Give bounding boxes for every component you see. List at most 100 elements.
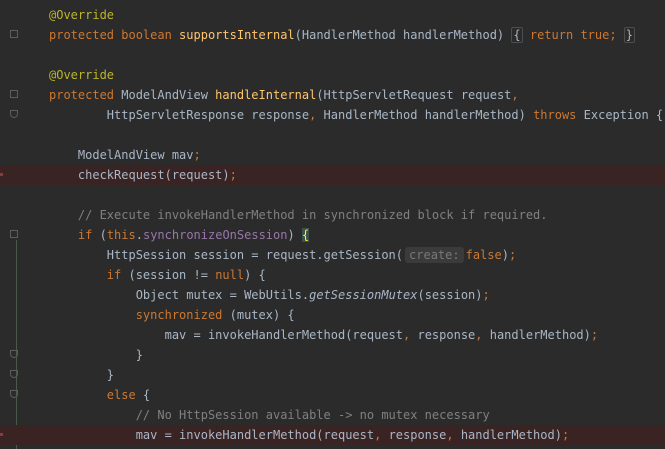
code-line[interactable]: [0, 185, 665, 205]
code-line[interactable]: // No HttpSession available -> no mutex …: [0, 405, 665, 425]
code-text: @Override: [49, 5, 114, 25]
fold-toggle-icon[interactable]: [10, 90, 18, 98]
code-token: synchronizeOnSession: [142, 228, 288, 242]
code-token: response: [417, 328, 476, 342]
code-line[interactable]: [0, 45, 665, 65]
code-text: else {: [49, 385, 150, 405]
code-token: ) {: [244, 268, 266, 282]
code-line[interactable]: else {: [0, 385, 665, 405]
code-token: supportsInternal: [179, 28, 295, 42]
code-text: synchronized (mutex) {: [49, 305, 295, 325]
code-token: }: [49, 348, 143, 362]
code-token: {: [301, 228, 310, 242]
code-token: @Override: [49, 8, 115, 22]
breakpoint-marker-icon[interactable]: [0, 173, 3, 176]
code-token: }: [49, 368, 115, 382]
code-token: ;: [193, 148, 201, 162]
code-token: (session !=: [128, 268, 216, 282]
code-token: handlerMethod): [460, 428, 562, 442]
code-token: getSessionMutex: [309, 288, 418, 302]
code-text: if (session != null) {: [49, 265, 266, 285]
code-text: }: [49, 345, 143, 365]
code-line[interactable]: synchronized (mutex) {: [0, 305, 665, 325]
code-line[interactable]: ModelAndView mav;: [0, 145, 665, 165]
code-token: throws: [533, 108, 584, 122]
code-line[interactable]: HttpSession session = request.getSession…: [0, 245, 665, 265]
code-text: ModelAndView mav;: [49, 145, 201, 165]
code-token: HttpSession session = request.getSession…: [49, 248, 404, 262]
fold-toggle-icon[interactable]: [10, 110, 18, 118]
code-token: handlerMethod): [489, 328, 591, 342]
code-token: ModelAndView: [121, 88, 216, 102]
code-text: HttpServletResponse response, HandlerMet…: [49, 105, 663, 125]
code-line[interactable]: if (this.synchronizeOnSession) {: [0, 225, 665, 245]
code-token: ): [501, 248, 509, 262]
fold-toggle-icon[interactable]: [10, 370, 18, 378]
code-token: ,: [403, 328, 418, 342]
code-token: (HttpServletRequest request: [316, 88, 512, 102]
parameter-hint: create:: [405, 247, 464, 263]
code-line[interactable]: protected boolean supportsInternal(Handl…: [0, 25, 665, 45]
breakpoint-marker-icon[interactable]: [0, 433, 3, 436]
code-token: {: [142, 388, 151, 402]
code-editor[interactable]: @Override protected boolean supportsInter…: [0, 0, 665, 449]
code-token: ;: [229, 168, 237, 182]
code-token: (mutex) {: [229, 308, 295, 322]
code-token: }: [623, 27, 636, 43]
code-line[interactable]: mav = invokeHandlerMethod(request, respo…: [0, 425, 665, 445]
code-line[interactable]: checkRequest(request);: [0, 165, 665, 185]
code-token: ;: [508, 248, 517, 262]
code-text: protected boolean supportsInternal(Handl…: [49, 25, 636, 45]
code-text: }: [49, 365, 114, 385]
code-line[interactable]: // Execute invokeHandlerMethod in synchr…: [0, 205, 665, 225]
code-text: mav = invokeHandlerMethod(request, respo…: [49, 325, 599, 345]
code-token: ): [287, 228, 302, 242]
code-token: synchronized: [135, 308, 230, 322]
code-line[interactable]: @Override: [0, 5, 665, 25]
code-token: HttpServletResponse response: [49, 108, 310, 122]
code-token: {: [511, 27, 523, 43]
code-line[interactable]: }: [0, 365, 665, 385]
code-token: return: [529, 28, 581, 42]
code-token: (: [99, 228, 107, 242]
code-token: ,: [475, 328, 490, 342]
code-token: ,: [309, 108, 324, 122]
code-token: ,: [374, 428, 389, 442]
code-token: response: [388, 428, 447, 442]
code-text: // No HttpSession available -> no mutex …: [49, 405, 490, 425]
code-line[interactable]: @Override: [0, 65, 665, 85]
code-token: boolean: [121, 28, 180, 42]
code-token: null: [215, 268, 245, 282]
code-line[interactable]: if (session != null) {: [0, 265, 665, 285]
code-line[interactable]: mav = invokeHandlerMethod(request, respo…: [0, 325, 665, 345]
code-token: ;: [561, 428, 570, 442]
code-token: ;: [609, 28, 624, 42]
code-token: false: [465, 248, 502, 262]
code-token: ;: [482, 288, 490, 302]
code-token: handleInternal: [215, 88, 317, 102]
fold-toggle-icon[interactable]: [10, 30, 18, 38]
code-token: (session): [417, 288, 483, 302]
code-token: // Execute invokeHandlerMethod in synchr…: [49, 208, 548, 222]
fold-toggle-icon[interactable]: [10, 350, 18, 358]
code-line[interactable]: [0, 125, 665, 145]
code-token: this: [106, 228, 136, 242]
code-token: checkRequest(request): [49, 168, 230, 182]
code-line[interactable]: HttpServletResponse response, HandlerMet…: [0, 105, 665, 125]
code-token: ,: [511, 88, 519, 102]
code-token: .: [135, 228, 143, 242]
code-line[interactable]: Object mutex = WebUtils.getSessionMutex(…: [0, 285, 665, 305]
code-token: if: [106, 268, 129, 282]
fold-toggle-icon[interactable]: [10, 390, 18, 398]
fold-toggle-icon[interactable]: [10, 230, 18, 238]
code-text: protected ModelAndView handleInternal(Ht…: [49, 85, 519, 105]
code-token: ,: [446, 428, 461, 442]
code-text: Object mutex = WebUtils.getSessionMutex(…: [49, 285, 490, 305]
code-line[interactable]: }: [0, 345, 665, 365]
code-token: Object mutex = WebUtils.: [49, 288, 310, 302]
code-token: true: [580, 28, 610, 42]
code-line[interactable]: protected ModelAndView handleInternal(Ht…: [0, 85, 665, 105]
code-token: HandlerMethod handlerMethod): [323, 108, 534, 122]
code-token: if: [77, 228, 100, 242]
